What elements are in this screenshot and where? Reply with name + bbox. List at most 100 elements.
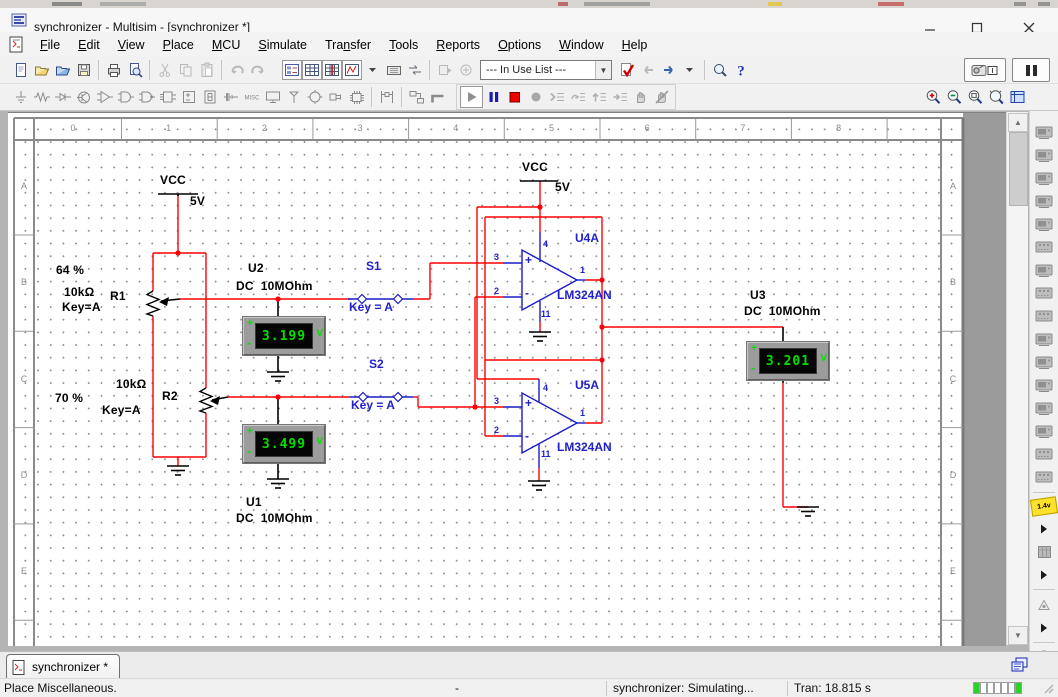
multimeter-u2[interactable]: + - 3.199 V <box>243 317 325 355</box>
menu-tools[interactable]: Tools <box>380 35 427 55</box>
menu-place[interactable]: Place <box>154 35 203 55</box>
pause-at-breakpoint-button[interactable] <box>630 87 651 107</box>
oscilloscope-button[interactable] <box>1032 192 1056 211</box>
scroll-up-button[interactable]: ▲ <box>1008 113 1028 132</box>
place-connector-button[interactable] <box>325 87 346 107</box>
forward-annotate-button[interactable] <box>658 60 679 80</box>
agilent-multimeter-button[interactable] <box>1032 422 1056 441</box>
multimeter-button[interactable] <box>1032 123 1056 142</box>
place-source-button[interactable] <box>10 87 31 107</box>
run-button[interactable] <box>460 86 483 108</box>
zoom-out-button[interactable] <box>944 87 965 107</box>
menu-simulate[interactable]: Simulate <box>249 35 316 55</box>
new-window-icon[interactable] <box>1010 656 1030 674</box>
multimeter-u3[interactable]: + - 3.201 V <box>747 342 829 380</box>
find-button[interactable] <box>709 60 730 80</box>
paste-button[interactable] <box>196 60 217 80</box>
ladder-diagram-button[interactable] <box>376 87 397 107</box>
four-channel-oscilloscope-button[interactable] <box>1032 215 1056 234</box>
probe-dropdown-button[interactable] <box>1032 519 1056 538</box>
menu-mcu[interactable]: MCU <box>203 35 249 55</box>
tektronix-oscilloscope-button[interactable] <box>1032 468 1056 487</box>
in-use-list-dropdown[interactable]: --- In Use List ---▼ <box>480 60 612 80</box>
menu-transfer[interactable]: Transfer <box>316 35 380 55</box>
record-button[interactable] <box>525 87 546 107</box>
menu-view[interactable]: View <box>109 35 154 55</box>
remove-breakpoints-button[interactable] <box>651 87 672 107</box>
distortion-analyzer-button[interactable] <box>1032 376 1056 395</box>
agilent-oscilloscope-button[interactable] <box>1032 445 1056 464</box>
menu-file[interactable]: File <box>31 35 69 55</box>
place-analog-button[interactable] <box>94 87 115 107</box>
labview-dropdown-button[interactable] <box>1032 618 1056 637</box>
redo-button[interactable] <box>247 60 268 80</box>
erc-button[interactable] <box>616 60 637 80</box>
new-button[interactable] <box>10 60 31 80</box>
breadboard-view-button[interactable] <box>383 60 404 80</box>
database-manager-toggle[interactable] <box>322 60 342 80</box>
zoom-page-button[interactable] <box>965 87 986 107</box>
open-samples-button[interactable] <box>52 60 73 80</box>
scroll-thumb[interactable] <box>1009 132 1028 206</box>
postprocessor-button[interactable] <box>434 60 455 80</box>
place-rf-button[interactable] <box>283 87 304 107</box>
hierarchical-block-button[interactable] <box>406 87 427 107</box>
menu-help[interactable]: Help <box>613 35 657 55</box>
place-ttl-button[interactable] <box>115 87 136 107</box>
place-transistor-button[interactable] <box>73 87 94 107</box>
ni-elvis-button[interactable] <box>1032 542 1056 561</box>
scroll-down-button[interactable]: ▼ <box>1008 626 1028 645</box>
copy-button[interactable] <box>175 60 196 80</box>
multimeter-u1[interactable]: + - 3.499 V <box>243 425 325 463</box>
forward-annotate-dropdown[interactable] <box>679 60 700 80</box>
stop-button[interactable] <box>504 87 525 107</box>
place-mcu-button[interactable] <box>346 87 367 107</box>
pause-switch-button[interactable] <box>1012 58 1050 82</box>
step-over-button[interactable] <box>567 87 588 107</box>
place-mixed-button[interactable] <box>178 87 199 107</box>
wattmeter-button[interactable] <box>1032 169 1056 188</box>
iv-analyzer-button[interactable] <box>1032 353 1056 372</box>
tab-synchronizer[interactable]: synchronizer * <box>6 654 120 679</box>
save-button[interactable] <box>73 60 94 80</box>
print-preview-button[interactable] <box>124 60 145 80</box>
symbol-editor-button[interactable] <box>455 60 476 80</box>
place-power-button[interactable] <box>220 87 241 107</box>
help-button[interactable]: ? <box>730 60 751 80</box>
place-misc-digital-button[interactable] <box>157 87 178 107</box>
elvis-dropdown-button[interactable] <box>1032 565 1056 584</box>
bode-plotter-button[interactable] <box>1032 238 1056 257</box>
labview-instrument-button[interactable] <box>1032 595 1056 614</box>
step-out-button[interactable] <box>588 87 609 107</box>
place-basic-button[interactable] <box>31 87 52 107</box>
frequency-counter-button[interactable] <box>1032 261 1056 280</box>
run-stop-switch-button[interactable] <box>964 58 1006 82</box>
step-into-button[interactable] <box>546 87 567 107</box>
sheet-area[interactable] <box>14 117 963 646</box>
place-diode-button[interactable] <box>52 87 73 107</box>
logic-analyzer-button[interactable] <box>1032 307 1056 326</box>
zoom-fit-button[interactable] <box>986 87 1007 107</box>
menu-reports[interactable]: Reports <box>427 35 489 55</box>
bus-button[interactable] <box>427 87 448 107</box>
print-button[interactable] <box>103 60 124 80</box>
spreadsheet-view-toggle[interactable] <box>302 60 322 80</box>
measurement-probe-button[interactable]: 1.4v <box>1030 496 1058 516</box>
open-button[interactable] <box>31 60 52 80</box>
resize-grip[interactable] <box>1042 682 1056 696</box>
cut-button[interactable] <box>154 60 175 80</box>
undo-button[interactable] <box>226 60 247 80</box>
zoom-in-button[interactable] <box>923 87 944 107</box>
fullscreen-button[interactable] <box>1007 87 1028 107</box>
word-generator-button[interactable] <box>1032 284 1056 303</box>
grapher-dropdown[interactable] <box>362 60 383 80</box>
menu-window[interactable]: Window <box>550 35 612 55</box>
logic-converter-button[interactable] <box>1032 330 1056 349</box>
run-to-cursor-button[interactable] <box>609 87 630 107</box>
function-generator-button[interactable] <box>1032 146 1056 165</box>
place-electromechanical-button[interactable] <box>304 87 325 107</box>
menu-options[interactable]: Options <box>489 35 550 55</box>
transfer-button[interactable] <box>404 60 425 80</box>
pause-button[interactable] <box>483 87 504 107</box>
back-annotate-button[interactable] <box>637 60 658 80</box>
